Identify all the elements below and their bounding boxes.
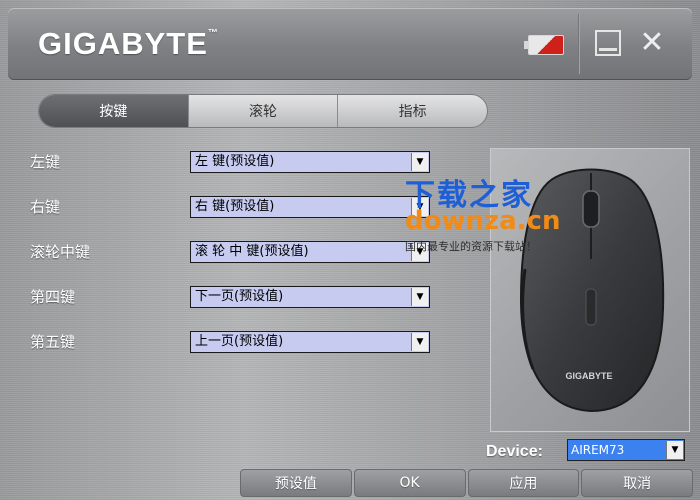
right-button-value: 右 键(预设值) [195, 199, 275, 214]
close-button[interactable]: ✕ [638, 28, 666, 58]
fifth-button-value: 上一页(预设值) [195, 334, 284, 349]
fifth-button-select[interactable]: 上一页(预设值) ▼ [190, 331, 430, 353]
gigabyte-logo: GIGABYTE™ [38, 26, 219, 61]
footer-buttons: 预设值 OK 应用 取消 [240, 469, 695, 497]
ok-button[interactable]: OK [353, 469, 466, 497]
cancel-button[interactable]: 取消 [581, 469, 693, 497]
tab-pointer[interactable]: 指标 [338, 95, 487, 127]
minimize-button[interactable] [595, 30, 621, 56]
apply-button[interactable]: 应用 [467, 469, 580, 497]
fourth-button-select[interactable]: 下一页(预设值) ▼ [190, 286, 430, 308]
device-value: AIREM73 [571, 443, 625, 457]
title-bar: GIGABYTE™ ✕ [8, 8, 692, 80]
fourth-button-value: 下一页(预设值) [195, 289, 284, 304]
tab-wheel[interactable]: 滚轮 [189, 95, 339, 127]
mouse-logo-text: GIGABYTE [565, 371, 612, 381]
tab-buttons[interactable]: 按键 [39, 95, 189, 127]
right-button-label: 右键 [30, 198, 61, 216]
battery-icon [524, 35, 564, 55]
left-button-select[interactable]: 左 键(预设值) ▼ [190, 151, 430, 173]
fourth-button-label: 第四键 [30, 288, 76, 306]
chevron-down-icon[interactable]: ▼ [666, 441, 683, 459]
left-button-label: 左键 [30, 153, 61, 171]
chevron-down-icon[interactable]: ▼ [411, 153, 428, 171]
gigabyte-mouse-settings-window: GIGABYTE™ ✕ 按键 滚轮 指标 左键 左 键(预设值) ▼ 右键 右 … [0, 0, 700, 500]
device-select[interactable]: AIREM73 ▼ [567, 439, 685, 461]
watermark: 下载之家 downza.cn 国内最专业的资源下载站！ [405, 170, 560, 254]
chevron-down-icon[interactable]: ▼ [411, 333, 428, 351]
settings-tabs: 按键 滚轮 指标 [38, 94, 488, 128]
close-icon: ✕ [639, 25, 665, 60]
chevron-down-icon[interactable]: ▼ [411, 288, 428, 306]
left-button-value: 左 键(预设值) [195, 154, 275, 169]
wheel-button-label: 滚轮中键 [30, 243, 91, 261]
wheel-button-select[interactable]: 滚 轮 中 键(预设值) ▼ [190, 241, 430, 263]
device-label: Device: [486, 443, 543, 460]
watermark-tagline: 国内最专业的资源下载站！ [405, 240, 537, 253]
watermark-site: downza.cn [405, 206, 561, 236]
fifth-button-label: 第五键 [30, 333, 76, 351]
titlebar-divider [578, 14, 580, 74]
wheel-button-value: 滚 轮 中 键(预设值) [195, 244, 309, 259]
default-button[interactable]: 预设值 [240, 469, 352, 497]
right-button-select[interactable]: 右 键(预设值) ▼ [190, 196, 430, 218]
